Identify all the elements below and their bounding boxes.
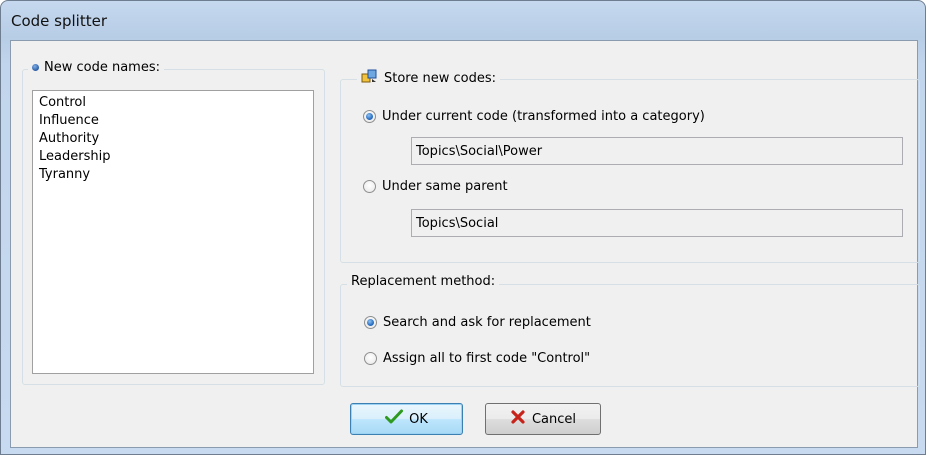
list-item[interactable]: Authority bbox=[33, 130, 313, 148]
search-and-ask-radio[interactable]: Search and ask for replacement bbox=[364, 315, 591, 330]
under-current-code-label[interactable]: Under current code (transformed into a c… bbox=[382, 109, 705, 124]
bullet-icon bbox=[32, 64, 39, 71]
under-current-code-radio[interactable]: Under current code (transformed into a c… bbox=[363, 109, 705, 124]
dialog-body: New code names: Control Influence Author… bbox=[10, 40, 920, 448]
cancel-label: Cancel bbox=[531, 411, 577, 427]
cancel-button[interactable]: Cancel bbox=[485, 403, 601, 435]
window-title: Code splitter bbox=[11, 12, 107, 30]
under-same-parent-label[interactable]: Under same parent bbox=[382, 179, 508, 194]
checkmark-icon bbox=[385, 409, 404, 429]
under-same-parent-radio[interactable]: Under same parent bbox=[363, 179, 508, 194]
list-item[interactable]: Influence bbox=[33, 112, 313, 130]
radio-unchecked-icon[interactable] bbox=[364, 352, 377, 365]
title-bar[interactable]: Code splitter bbox=[1, 1, 925, 41]
assign-all-label[interactable]: Assign all to first code "Control" bbox=[383, 351, 590, 366]
new-code-names-list[interactable]: Control Influence Authority Leadership T… bbox=[32, 90, 314, 374]
new-code-names-label: New code names: bbox=[44, 60, 160, 75]
search-and-ask-label[interactable]: Search and ask for replacement bbox=[383, 315, 591, 330]
x-icon bbox=[510, 409, 526, 429]
replacement-method-legend: Replacement method: bbox=[347, 274, 500, 289]
list-item[interactable]: Tyranny bbox=[33, 166, 313, 184]
code-splitter-dialog: Code splitter New code names: Control In… bbox=[0, 0, 926, 455]
assign-all-radio[interactable]: Assign all to first code "Control" bbox=[364, 351, 590, 366]
ok-button[interactable]: OK bbox=[350, 403, 463, 435]
list-item[interactable]: Leadership bbox=[33, 148, 313, 166]
parent-path-field: Topics\Social bbox=[411, 209, 903, 237]
replacement-method-label: Replacement method: bbox=[351, 274, 496, 289]
radio-checked-icon[interactable] bbox=[364, 316, 377, 329]
radio-unchecked-icon[interactable] bbox=[363, 180, 376, 193]
current-code-path-field: Topics\Social\Power bbox=[411, 137, 903, 165]
ok-label: OK bbox=[409, 411, 428, 427]
store-new-codes-label: Store new codes: bbox=[384, 70, 496, 86]
store-new-codes-legend: Store new codes: bbox=[357, 68, 500, 88]
list-item[interactable]: Control bbox=[33, 94, 313, 112]
store-codes-icon bbox=[361, 68, 379, 88]
replacement-method-group bbox=[340, 284, 920, 387]
new-code-names-legend: New code names: bbox=[28, 60, 164, 75]
radio-checked-icon[interactable] bbox=[363, 110, 376, 123]
